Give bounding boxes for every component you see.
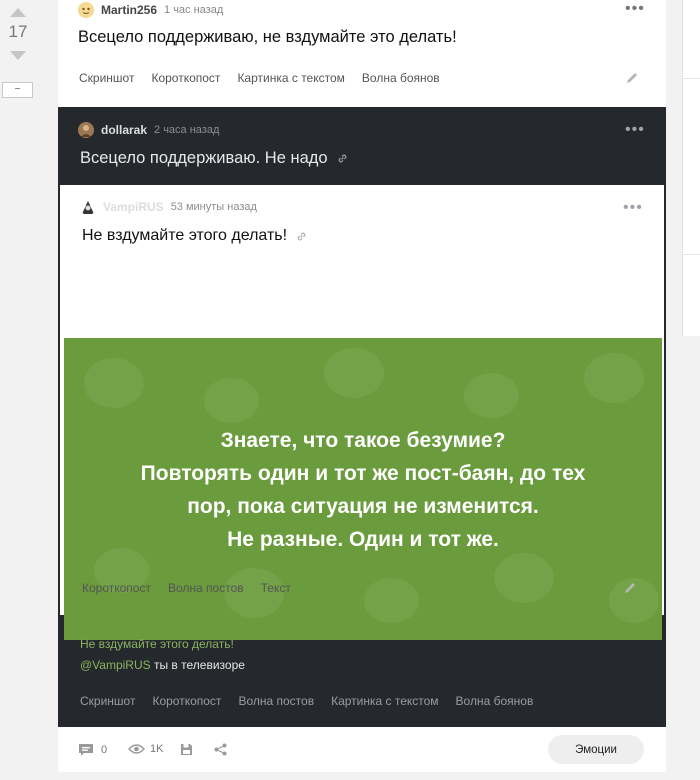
collapse-button[interactable]: − [2, 82, 33, 98]
link-icon[interactable] [295, 230, 308, 243]
vote-down-icon[interactable] [10, 51, 26, 60]
tag-link[interactable]: Волна постов [168, 581, 244, 595]
tag-link[interactable]: Волна боянов [362, 71, 440, 85]
image-caption: Знаете, что такое безумие? Повторять оди… [64, 424, 662, 556]
tag-link[interactable]: Короткопост [152, 694, 221, 708]
image-caption-line: Не разные. Один и тот же. [227, 528, 499, 551]
share-button[interactable] [214, 743, 227, 756]
image-pattern [324, 348, 384, 398]
vote-up-icon[interactable] [10, 8, 26, 17]
post-tags: Короткопост Волна постов Текст [82, 581, 308, 595]
image-caption-line: Знаете, что такое безумие? [220, 429, 506, 452]
save-button[interactable] [180, 743, 193, 756]
right-side-panel [682, 0, 700, 336]
image-caption-line: Повторять один и тот же пост-баян, до те… [140, 462, 586, 485]
share-icon [214, 743, 227, 756]
user-mention[interactable]: @VampiRUS [80, 658, 151, 672]
views-counter: 1K [128, 743, 163, 755]
vote-count: 17 [8, 22, 28, 41]
pencil-icon[interactable] [623, 581, 637, 595]
post-header: VampiRUS 53 минуты назад [80, 199, 257, 215]
tag-link[interactable]: Волна боянов [456, 694, 534, 708]
tag-link[interactable]: Короткопост [151, 71, 220, 85]
avatar[interactable] [78, 2, 94, 18]
comment1-header: Martin256 1 час назад [78, 2, 223, 18]
image-pattern [494, 553, 554, 603]
post-footer: 0 1K Эмоции [58, 727, 666, 772]
post-title[interactable]: Не вздумайте этого делать! [82, 227, 287, 245]
comment2-title-row: Всецело поддерживаю. Не надо [80, 149, 349, 168]
comment-icon [79, 744, 93, 756]
comment1-tags: Скриншот Короткопост Картинка с текстом … [79, 71, 457, 85]
comment-title: Всецело поддерживаю. Не надо [80, 149, 328, 167]
comment-author[interactable]: Martin256 [101, 3, 157, 17]
tag-link[interactable]: Скриншот [79, 71, 134, 85]
post-time[interactable]: 53 минуты назад [171, 201, 257, 213]
avatar[interactable] [80, 199, 96, 215]
comments-count: 0 [101, 744, 108, 756]
panel-divider [683, 254, 700, 255]
tag-link[interactable]: Короткопост [82, 581, 151, 595]
image-caption-line: пор, пока ситуация не изменится. [187, 495, 539, 518]
comment-text: Всецело поддерживаю, не вздумайте это де… [78, 28, 457, 46]
post-author[interactable]: VampiRUS [103, 200, 164, 214]
tag-link[interactable]: Скриншот [80, 694, 135, 708]
mention-line: @VampiRUS ты в телевизоре [80, 658, 245, 672]
save-icon [181, 744, 192, 755]
pencil-icon[interactable] [625, 71, 639, 85]
comment2-tags: Скриншот Короткопост Волна постов Картин… [80, 694, 550, 708]
tag-link[interactable]: Картинка с текстом [237, 71, 344, 85]
tag-link[interactable]: Волна постов [238, 694, 314, 708]
image-pattern [464, 373, 519, 418]
emotions-button[interactable]: Эмоции [548, 735, 644, 764]
more-dots-icon[interactable]: ••• [625, 1, 645, 17]
panel-divider [683, 78, 700, 79]
tag-link[interactable]: Текст [261, 581, 291, 595]
more-dots-icon[interactable]: ••• [625, 122, 645, 138]
comment-author[interactable]: dollarak [101, 123, 147, 137]
quoted-text: Не вздумайте этого делать! [80, 637, 234, 651]
comment-time[interactable]: 1 час назад [164, 4, 223, 16]
mention-text: ты в телевизоре [150, 658, 245, 672]
comment-thread-card: Martin256 1 час назад ••• Всецело поддер… [58, 0, 666, 772]
image-pattern [84, 358, 144, 408]
avatar[interactable] [78, 122, 94, 138]
image-pattern [364, 578, 419, 623]
image-pattern [584, 353, 644, 403]
comment-time[interactable]: 2 часа назад [154, 124, 219, 136]
comment2-block: dollarak 2 часа назад ••• Всецело поддер… [58, 107, 666, 727]
more-dots-icon[interactable]: ••• [623, 200, 643, 216]
embedded-post: VampiRUS 53 минуты назад ••• Не вздумайт… [60, 185, 664, 640]
eye-icon [128, 744, 145, 754]
views-count: 1K [150, 743, 164, 755]
comment2-header: dollarak 2 часа назад [78, 122, 219, 138]
tag-link[interactable]: Картинка с текстом [331, 694, 438, 708]
comments-counter[interactable]: 0 [78, 743, 107, 757]
image-pattern [204, 378, 259, 423]
post-title-row: Не вздумайте этого делать! [82, 227, 308, 245]
link-icon[interactable] [336, 152, 349, 165]
